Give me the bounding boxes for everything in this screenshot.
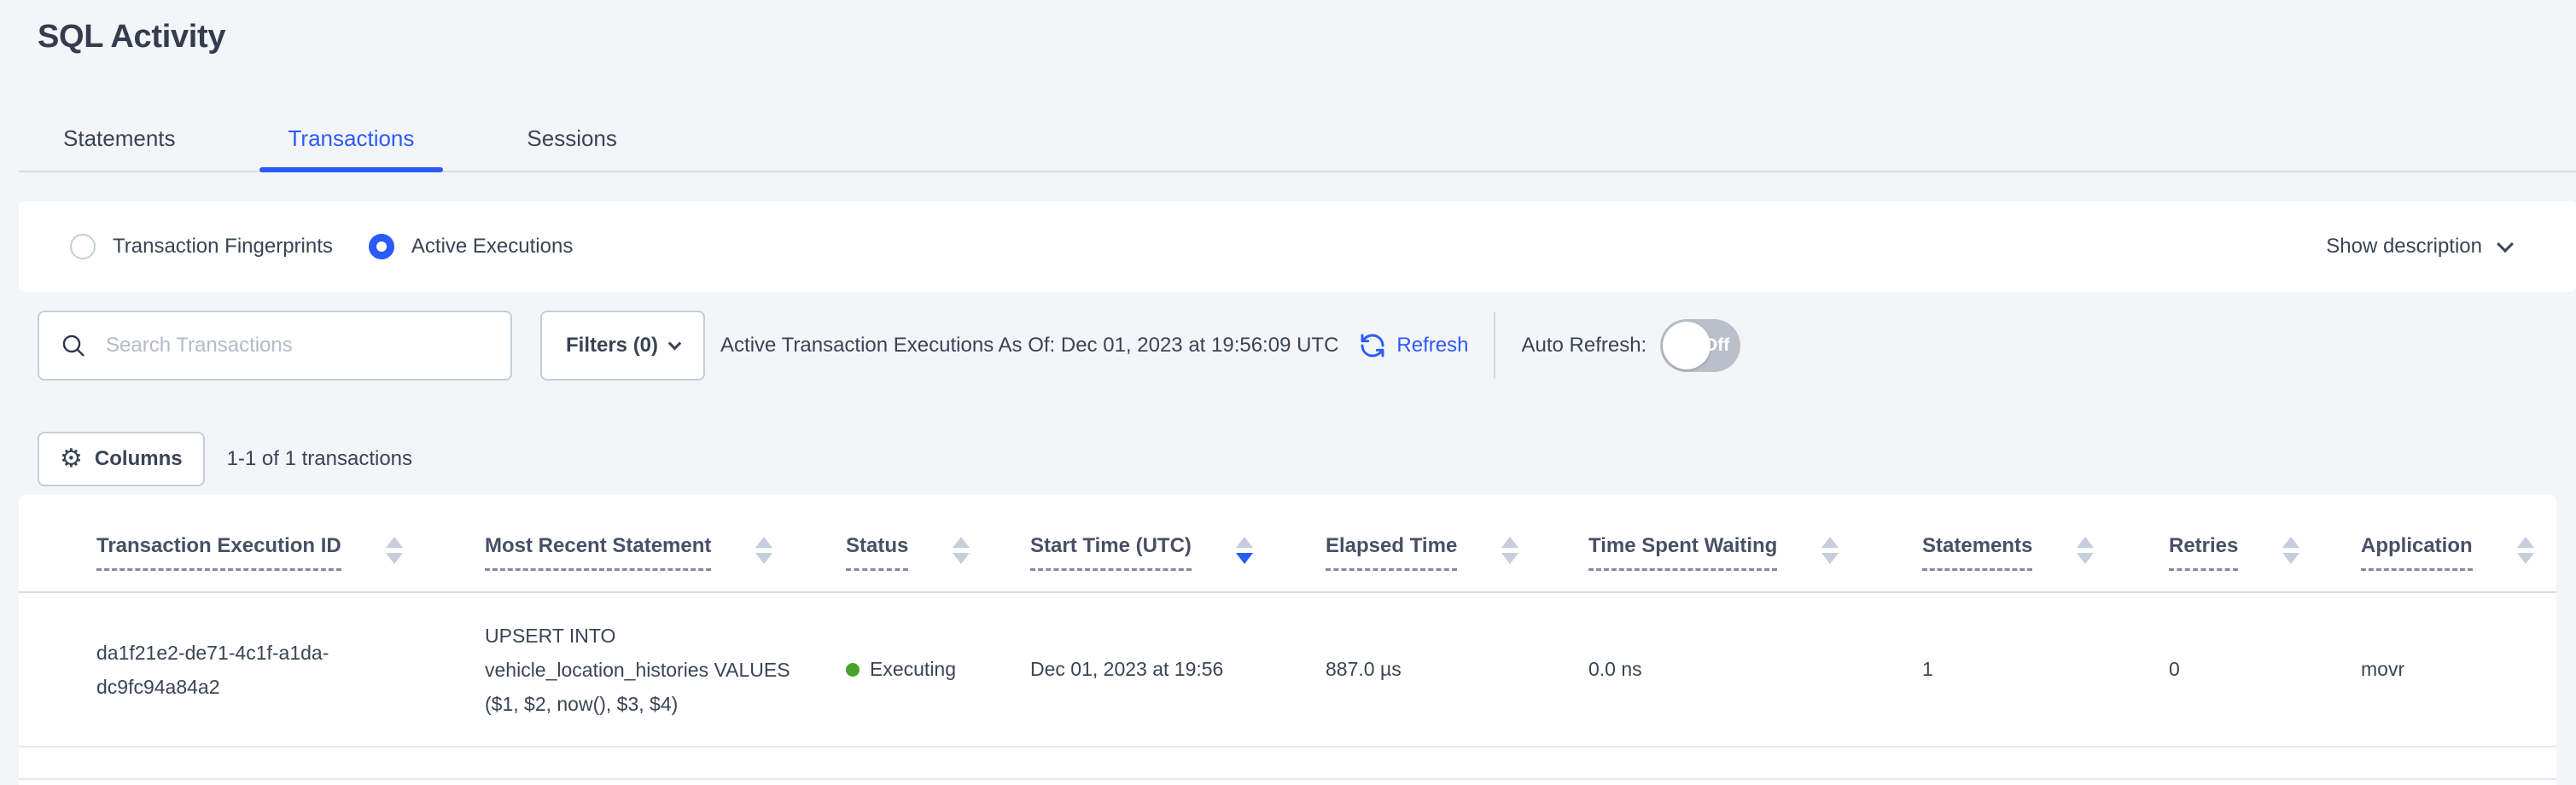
gear-icon: ⚙: [60, 446, 83, 472]
show-description-label: Show description: [2326, 235, 2482, 259]
column-header-start-time[interactable]: Start Time (UTC): [1030, 495, 1326, 591]
sort-arrows-icon-active-desc: [1236, 537, 1253, 564]
tab-statements[interactable]: Statements: [34, 106, 205, 171]
column-header-label: Application: [2361, 534, 2473, 571]
column-header-time-spent-waiting[interactable]: Time Spent Waiting: [1588, 495, 1922, 591]
sort-arrows-icon: [1501, 537, 1518, 564]
sort-arrows-icon: [1821, 537, 1839, 564]
application-value: movr: [2361, 658, 2404, 681]
tab-sessions-label: Sessions: [527, 125, 617, 152]
filters-button[interactable]: Filters (0): [540, 311, 705, 381]
results-count: 1-1 of 1 transactions: [227, 447, 412, 471]
tab-transactions[interactable]: Transactions: [259, 106, 444, 171]
status-label: Executing: [870, 658, 956, 681]
sort-arrows-icon: [755, 537, 772, 564]
cell-most-recent-statement: UPSERT INTO vehicle_location_histories V…: [485, 593, 846, 746]
refresh-icon: [1359, 332, 1386, 359]
sort-arrows-icon: [386, 537, 403, 564]
cell-application: movr: [2361, 593, 2522, 746]
column-header-application[interactable]: Application: [2361, 495, 2534, 591]
page-title: SQL Activity: [38, 19, 225, 55]
filters-row: Filters (0) Active Transaction Execution…: [38, 311, 2576, 381]
table-row: da1f21e2-de71-4c1f-a1da-dc9fc94a84a2 UPS…: [19, 593, 2556, 747]
results-bar: ⚙ Columns 1-1 of 1 transactions: [38, 432, 412, 486]
column-header-most-recent-statement[interactable]: Most Recent Statement: [485, 495, 846, 591]
auto-refresh-label: Auto Refresh:: [1521, 334, 1646, 358]
cell-statements: 1: [1922, 593, 2169, 746]
radio-active-executions[interactable]: Active Executions: [369, 234, 573, 259]
sort-arrows-icon: [953, 537, 970, 564]
vertical-divider: [1494, 312, 1495, 379]
refresh-button[interactable]: Refresh: [1359, 332, 1468, 359]
elapsed-time-value: 887.0 µs: [1326, 658, 1402, 681]
search-box: [38, 311, 512, 381]
chevron-down-icon: [2497, 236, 2514, 253]
retries-value: 0: [2169, 658, 2180, 681]
search-icon: [60, 332, 87, 359]
column-header-label: Most Recent Statement: [485, 534, 711, 571]
columns-button[interactable]: ⚙ Columns: [38, 432, 205, 486]
radio-active-executions-label: Active Executions: [411, 235, 573, 259]
cell-transaction-execution-id: da1f21e2-de71-4c1f-a1da-dc9fc94a84a2: [96, 593, 485, 746]
tab-statements-label: Statements: [63, 125, 176, 152]
status-executing-dot-icon: [846, 663, 860, 677]
column-header-label: Status: [846, 534, 908, 571]
tab-sessions[interactable]: Sessions: [498, 106, 646, 171]
radio-transaction-fingerprints[interactable]: Transaction Fingerprints: [70, 234, 333, 259]
table-header-row: Transaction Execution ID Most Recent Sta…: [19, 495, 2556, 593]
start-time-value: Dec 01, 2023 at 19:56: [1030, 658, 1223, 681]
refresh-label: Refresh: [1396, 334, 1468, 358]
columns-button-label: Columns: [95, 447, 183, 471]
filters-button-label: Filters (0): [566, 334, 658, 358]
column-header-statements[interactable]: Statements: [1922, 495, 2169, 591]
cell-start-time: Dec 01, 2023 at 19:56: [1030, 593, 1326, 746]
cell-status: Executing: [846, 593, 1030, 746]
sort-arrows-icon: [2517, 537, 2534, 564]
table-footer-divider: [19, 747, 2556, 780]
sort-arrows-icon: [2077, 537, 2094, 564]
most-recent-statement-link[interactable]: UPSERT INTO vehicle_location_histories V…: [485, 619, 805, 721]
view-mode-card: Transaction Fingerprints Active Executio…: [19, 201, 2576, 292]
column-header-label: Retries: [2169, 534, 2238, 571]
column-header-status[interactable]: Status: [846, 495, 1030, 591]
time-spent-waiting-value: 0.0 ns: [1588, 658, 1642, 681]
tab-bar: Statements Transactions Sessions: [19, 106, 2576, 172]
column-header-label: Elapsed Time: [1326, 534, 1457, 571]
auto-refresh-toggle[interactable]: Off: [1660, 319, 1740, 372]
as-of-timestamp: Active Transaction Executions As Of: Dec…: [720, 334, 1338, 358]
search-input[interactable]: [106, 334, 493, 358]
column-header-label: Start Time (UTC): [1030, 534, 1192, 571]
column-header-label: Statements: [1922, 534, 2032, 571]
radio-transaction-fingerprints-label: Transaction Fingerprints: [113, 235, 333, 259]
sql-activity-page: SQL Activity Statements Transactions Ses…: [0, 0, 2576, 785]
column-header-label: Time Spent Waiting: [1588, 534, 1777, 571]
sort-arrows-icon: [2282, 537, 2299, 564]
column-header-elapsed-time[interactable]: Elapsed Time: [1326, 495, 1588, 591]
cell-elapsed-time: 887.0 µs: [1326, 593, 1588, 746]
transactions-table: Transaction Execution ID Most Recent Sta…: [19, 495, 2556, 785]
toggle-state-label: Off: [1704, 319, 1729, 372]
column-header-label: Transaction Execution ID: [96, 534, 341, 571]
column-header-transaction-execution-id[interactable]: Transaction Execution ID: [96, 495, 485, 591]
statements-count-value: 1: [1922, 658, 1933, 681]
radio-selected-icon[interactable]: [369, 234, 394, 259]
transaction-execution-id-link[interactable]: da1f21e2-de71-4c1f-a1da-dc9fc94a84a2: [96, 636, 368, 704]
radio-unselected-icon[interactable]: [70, 234, 96, 259]
tab-transactions-label: Transactions: [288, 125, 415, 152]
cell-time-spent-waiting: 0.0 ns: [1588, 593, 1922, 746]
cell-retries: 0: [2169, 593, 2361, 746]
column-header-retries[interactable]: Retries: [2169, 495, 2361, 591]
chevron-down-icon: [668, 336, 682, 350]
show-description-toggle[interactable]: Show description: [2326, 201, 2511, 292]
